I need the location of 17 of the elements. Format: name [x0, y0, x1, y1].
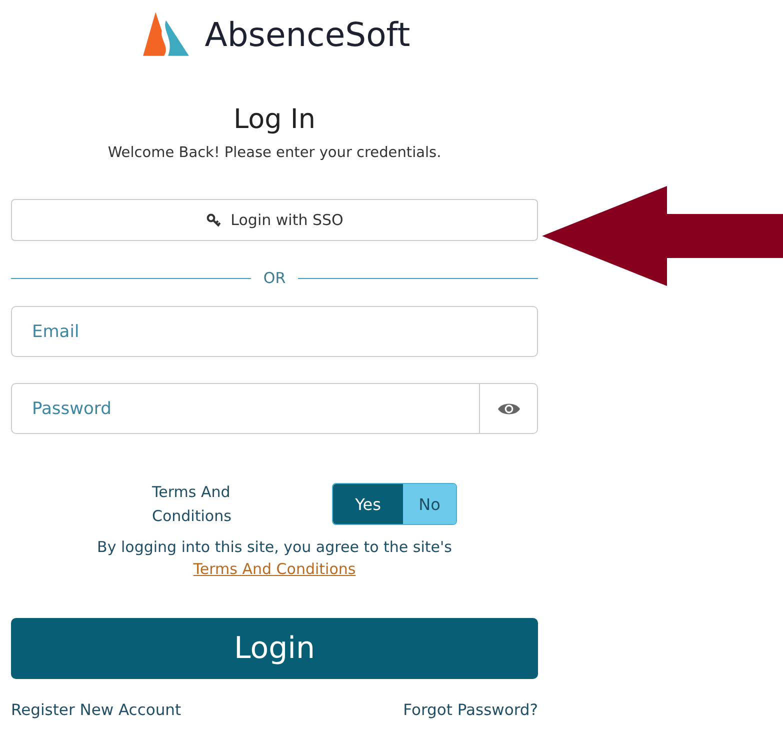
terms-label: Terms And Conditions: [152, 482, 232, 527]
show-password-button[interactable]: [480, 383, 538, 434]
login-button[interactable]: Login: [11, 618, 538, 679]
password-field[interactable]: Password: [11, 383, 480, 434]
footer-link[interactable]: Register New Account: [11, 701, 182, 719]
brand-name: AbsenceSoft: [204, 14, 410, 54]
toggle-option[interactable]: No: [403, 484, 456, 524]
subtitle: Welcome Back! Please enter your credentials.: [106, 145, 442, 161]
terms-link[interactable]: Terms And Conditions: [193, 560, 356, 578]
page-title: Log In: [232, 104, 316, 135]
toggle-option[interactable]: Yes: [333, 484, 403, 524]
sso-button[interactable]: Login with SSO: [11, 199, 538, 241]
divider-label: OR: [263, 269, 286, 287]
terms-notice: By logging into this site, you agree to the site's: [96, 538, 453, 556]
email-field[interactable]: Email: [11, 306, 538, 357]
key-icon: [206, 212, 221, 228]
footer-link[interactable]: Forgot Password?: [403, 701, 538, 719]
